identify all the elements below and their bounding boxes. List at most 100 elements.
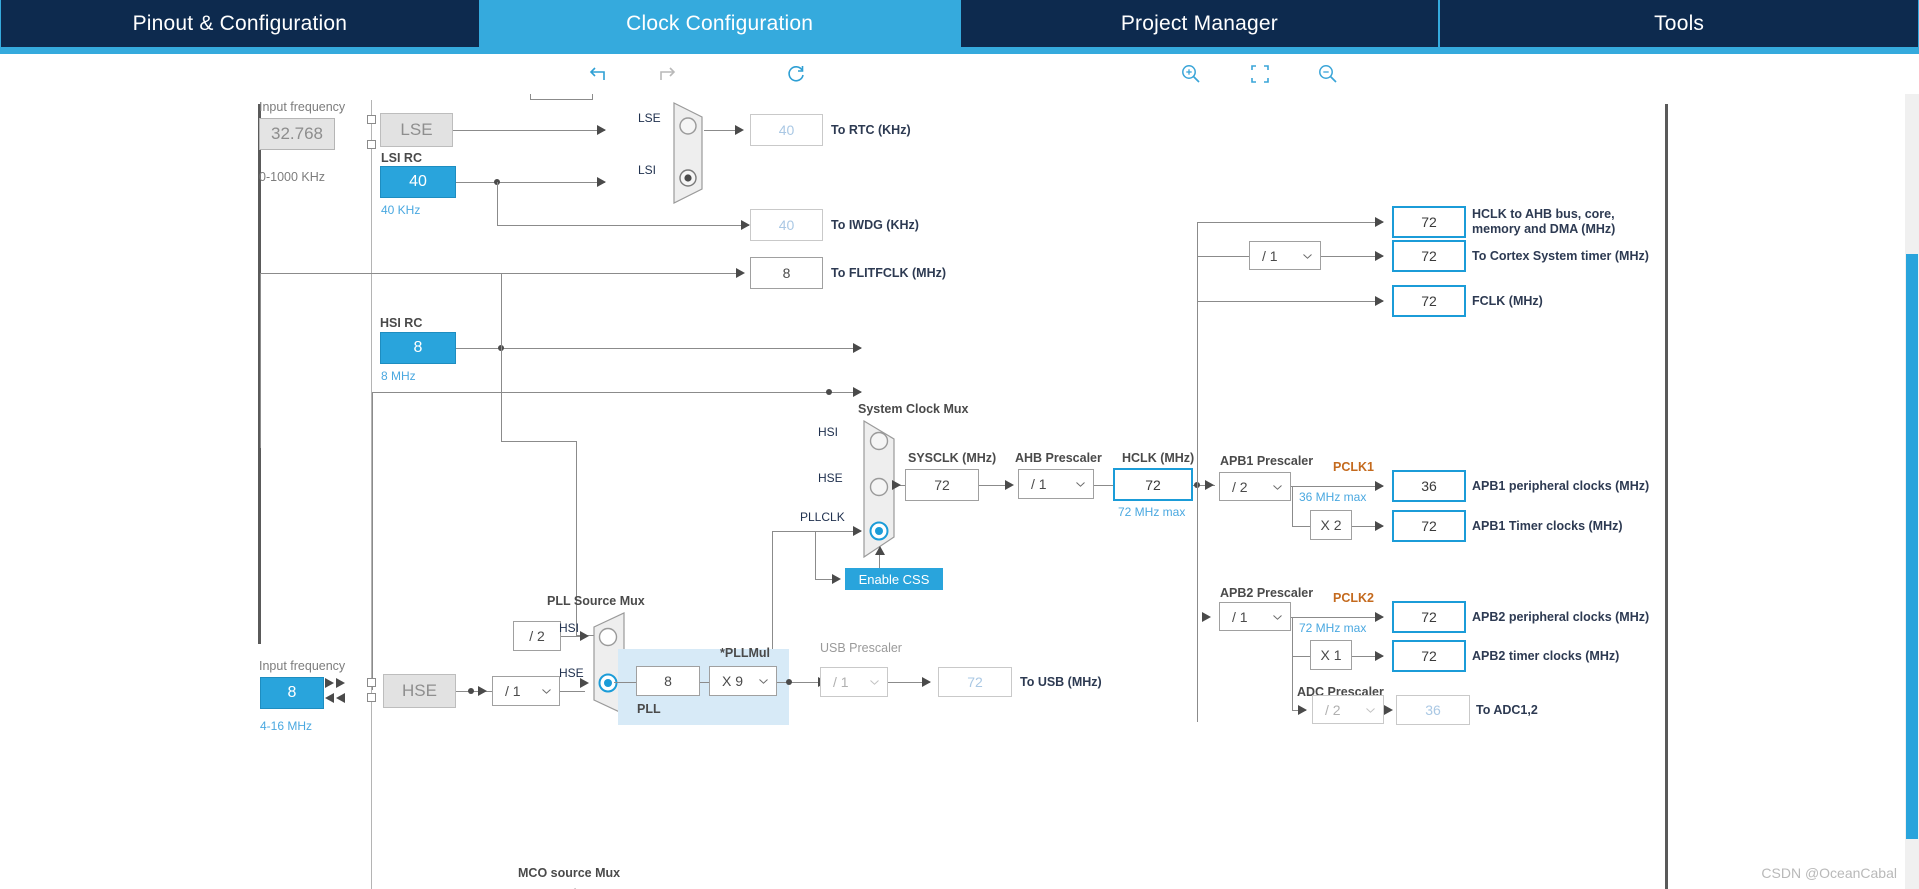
lsi-iwdg-branch-h bbox=[497, 225, 749, 226]
mco-source-mux-title: MCO source Mux bbox=[518, 866, 621, 880]
apb1-timer-value-field[interactable]: 72 bbox=[1392, 510, 1466, 542]
lse-port-top[interactable] bbox=[367, 115, 376, 124]
sysclk-mux-input-hse-radio[interactable] bbox=[868, 476, 890, 498]
hclk-max-label: 72 MHz max bbox=[1118, 505, 1186, 519]
apb2-prescaler-arrow bbox=[1202, 612, 1211, 622]
ahb-bus-arrow bbox=[1375, 217, 1384, 227]
apb1-prescaler-value: / 2 bbox=[1232, 478, 1248, 495]
lse-mux-arrow bbox=[597, 125, 606, 135]
apb1-peripheral-arrow bbox=[1375, 481, 1384, 491]
apb1-timer-multiplier: X 2 bbox=[1310, 510, 1352, 540]
ahb-bus-wire bbox=[1197, 222, 1383, 223]
flitfclk-arrow bbox=[736, 268, 745, 278]
tab-tools[interactable]: Tools bbox=[1440, 0, 1918, 47]
ahb-bus-label-line2: memory and DMA (MHz) bbox=[1472, 222, 1616, 236]
hse-in-arrow-a bbox=[325, 678, 334, 688]
rtc-mux-input-lse-radio[interactable] bbox=[678, 116, 698, 136]
iwdg-output-label: To IWDG (KHz) bbox=[831, 218, 919, 232]
hse-divider-arrow bbox=[478, 686, 487, 696]
fit-to-screen-icon[interactable] bbox=[1245, 59, 1275, 89]
hse-out-arrow-a bbox=[325, 693, 334, 703]
cortex-timer-prescaler-select[interactable]: / 1 bbox=[1249, 241, 1321, 270]
lsi-value-field[interactable]: 40 bbox=[380, 166, 456, 198]
hse-input-frequency-field[interactable]: 8 bbox=[260, 677, 324, 709]
hse-divider-select[interactable]: / 1 bbox=[492, 676, 560, 706]
hse-port-top[interactable] bbox=[367, 678, 376, 687]
apb2-peripheral-arrow bbox=[1375, 612, 1384, 622]
tab-label: Project Manager bbox=[1120, 11, 1278, 35]
fclk-arrow bbox=[1375, 296, 1384, 306]
lse-port-bottom[interactable] bbox=[367, 140, 376, 149]
clock-tree-canvas: Input frequency 32.768 0-1000 KHz LSE LS… bbox=[0, 94, 1919, 889]
hsi-riser-up bbox=[501, 273, 502, 348]
sysclk-in-arrow bbox=[892, 480, 901, 490]
apb2-prescaler-select[interactable]: / 1 bbox=[1219, 602, 1291, 631]
apb1-peripheral-value-field[interactable]: 36 bbox=[1392, 470, 1466, 502]
tab-clock-configuration[interactable]: Clock Configuration bbox=[480, 0, 959, 47]
tab-project-manager[interactable]: Project Manager bbox=[960, 0, 1439, 47]
usb-output-label: To USB (MHz) bbox=[1020, 675, 1102, 689]
undo-icon[interactable] bbox=[585, 59, 615, 89]
apb2-timer-value-field[interactable]: 72 bbox=[1392, 640, 1466, 672]
hse-oscillator-box[interactable]: HSE bbox=[383, 674, 456, 708]
cortex-timer-value-field[interactable]: 72 bbox=[1392, 240, 1466, 272]
chevron-down-icon bbox=[870, 680, 879, 685]
hse-div-out-wire bbox=[560, 691, 585, 692]
flitfclk-output-field: 8 bbox=[750, 257, 823, 289]
hclk-value-field[interactable]: 72 bbox=[1113, 468, 1193, 501]
adc-output-label: To ADC1,2 bbox=[1476, 703, 1538, 717]
flitfclk-output-label: To FLITFCLK (MHz) bbox=[831, 266, 947, 280]
hse-sysclk-junction-dot bbox=[826, 389, 832, 395]
lse-oscillator-box[interactable]: LSE bbox=[380, 113, 453, 147]
rtc-mux-label-lsi: LSI bbox=[638, 163, 657, 177]
watermark-text: CSDN @OceanCabal bbox=[1761, 865, 1897, 881]
vertical-scrollbar-track[interactable] bbox=[1905, 94, 1919, 889]
pll-mul-link-wire bbox=[700, 682, 709, 683]
reset-icon[interactable] bbox=[782, 59, 812, 89]
rtc-mux-input-lsi-radio[interactable] bbox=[678, 168, 698, 188]
vertical-scrollbar-thumb[interactable] bbox=[1906, 254, 1918, 839]
hsi-sysclk-mux-arrow bbox=[853, 343, 862, 353]
hsi-value-field[interactable]: 8 bbox=[380, 332, 456, 364]
apb1-timer-branch-v bbox=[1292, 486, 1293, 526]
hsi-to-pll-div-wire bbox=[501, 441, 576, 442]
sysclk-mux-input-hsi-radio[interactable] bbox=[868, 430, 890, 452]
apb2-peripheral-value-field[interactable]: 72 bbox=[1392, 601, 1466, 633]
hsi-flitfclk-riser bbox=[260, 273, 261, 448]
sysclk-mux-input-pllclk-radio[interactable] bbox=[868, 520, 890, 542]
apb1-prescaler-select[interactable]: / 2 bbox=[1219, 472, 1291, 501]
lse-input-frequency-field[interactable]: 32.768 bbox=[259, 118, 335, 150]
tab-pinout-configuration[interactable]: Pinout & Configuration bbox=[1, 0, 479, 47]
hse-in-arrow-b bbox=[336, 678, 345, 688]
pll-mux-input-hsi-radio[interactable] bbox=[597, 626, 619, 648]
tab-bar-underline bbox=[0, 47, 1919, 54]
hse-range-label: 4-16 MHz bbox=[260, 719, 313, 733]
apb1-max-label: 36 MHz max bbox=[1299, 490, 1367, 504]
zoom-out-icon[interactable] bbox=[1313, 59, 1343, 89]
cortex-timer-arrow bbox=[1375, 251, 1384, 261]
sysclk-value-field: 72 bbox=[905, 469, 979, 501]
apb1-timer-branch-h bbox=[1292, 526, 1310, 527]
fclk-value-field[interactable]: 72 bbox=[1392, 285, 1466, 317]
fclk-wire bbox=[1197, 301, 1383, 302]
ahb-bus-value-field[interactable]: 72 bbox=[1392, 206, 1466, 238]
adc-prescaler-select: / 2 bbox=[1312, 695, 1384, 724]
pll-mux-hsi-arrow bbox=[580, 631, 589, 641]
adc-prescaler-arrow bbox=[1298, 705, 1307, 715]
enable-css-button[interactable]: Enable CSS bbox=[845, 568, 943, 590]
lsi-unit-label: 40 KHz bbox=[381, 203, 421, 217]
cortex-timer-prescaler-value: / 1 bbox=[1262, 247, 1278, 264]
hse-port-bottom[interactable] bbox=[367, 693, 376, 702]
zoom-in-icon[interactable] bbox=[1176, 59, 1206, 89]
ahb-bus-label-line1: HCLK to AHB bus, core, bbox=[1472, 207, 1615, 221]
lse-to-mux-wire bbox=[453, 130, 605, 131]
redo-icon[interactable] bbox=[652, 59, 682, 89]
apb1-timer-label: APB1 Timer clocks (MHz) bbox=[1472, 519, 1623, 533]
pllmul-select[interactable]: X 9 bbox=[709, 666, 777, 696]
cortex-timer-out-wire bbox=[1321, 256, 1383, 257]
ahb-prescaler-select[interactable]: / 1 bbox=[1018, 469, 1094, 499]
pll-group-label: PLL bbox=[637, 702, 661, 716]
pll-mux-input-hse-radio[interactable] bbox=[597, 672, 619, 694]
apb2-branch-v bbox=[1292, 617, 1293, 710]
apb1-timer-arrow bbox=[1375, 521, 1384, 531]
